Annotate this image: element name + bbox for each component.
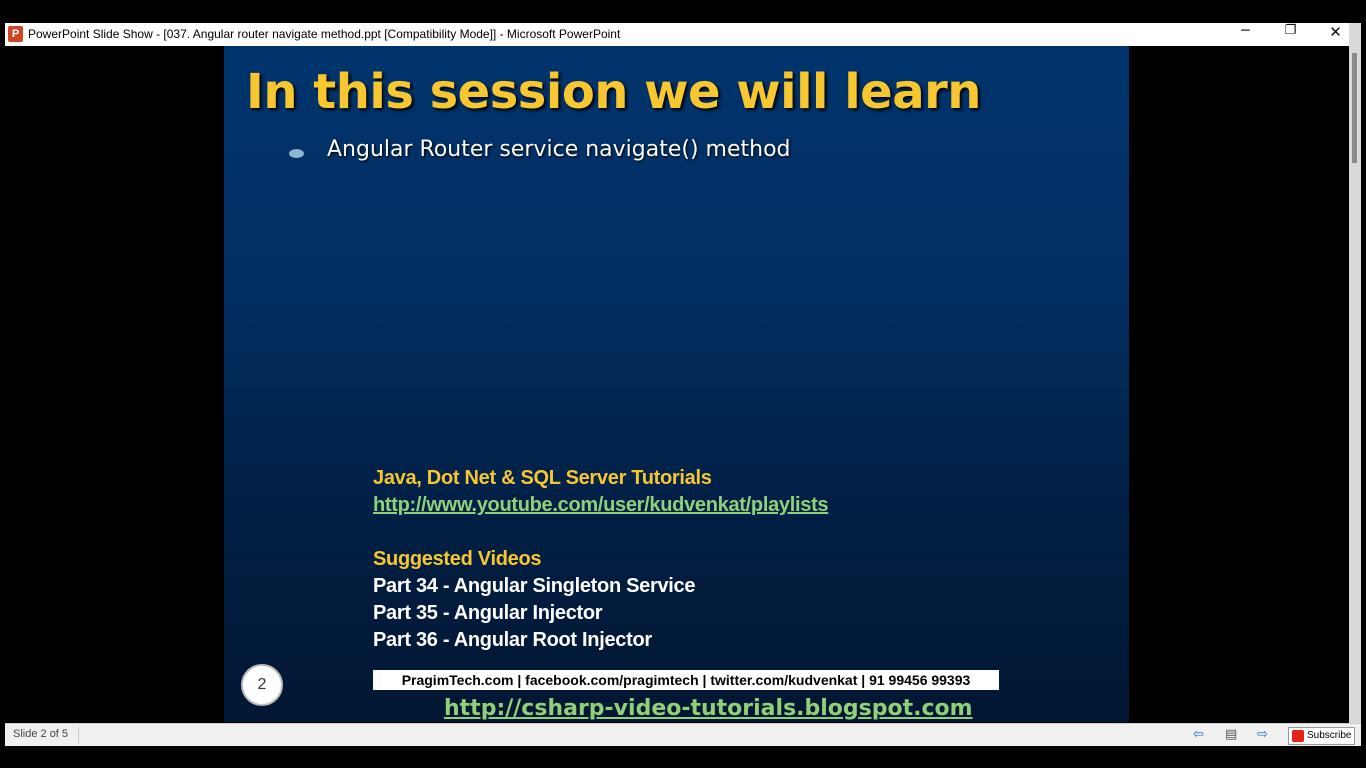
suggested-video-item: Part 35 - Angular Injector	[373, 602, 603, 624]
slide-menu-icon[interactable]: ▤	[1225, 727, 1237, 742]
window-title: PowerPoint Slide Show - [037. Angular ro…	[28, 27, 621, 41]
slide-number-badge: 2	[241, 664, 283, 706]
bullet-item: Angular Router service navigate() method	[327, 137, 791, 162]
powerpoint-app-icon[interactable]: P	[8, 26, 23, 42]
subscribe-button[interactable]: Subscribe	[1288, 727, 1356, 745]
youtube-link[interactable]: http://www.youtube.com/user/kudvenkat/pl…	[373, 494, 829, 517]
suggested-video-item: Part 36 - Angular Root Injector	[373, 629, 652, 651]
contact-banner: PragimTech.com | facebook.com/pragimtech…	[373, 670, 999, 690]
restore-button[interactable]: ❐	[1268, 23, 1313, 46]
tutorials-heading: Java, Dot Net & SQL Server Tutorials	[373, 467, 712, 489]
minimize-button[interactable]: ─	[1223, 23, 1268, 46]
suggested-video-item: Part 34 - Angular Singleton Service	[373, 575, 696, 597]
blog-link[interactable]: http://csharp-video-tutorials.blogspot.c…	[444, 696, 973, 721]
slide-indicator: Slide 2 of 5	[13, 728, 69, 740]
suggested-videos-heading: Suggested Videos	[373, 548, 542, 570]
vertical-scrollbar[interactable]	[1349, 23, 1361, 723]
bullet-icon	[289, 149, 304, 158]
previous-slide-icon[interactable]: ⇦	[1193, 727, 1204, 742]
window-titlebar: P PowerPoint Slide Show - [037. Angular …	[5, 23, 1349, 46]
next-slide-icon[interactable]: ⇨	[1257, 727, 1268, 742]
slide[interactable]: In this session we will learn Angular Ro…	[224, 46, 1129, 722]
status-divider	[78, 727, 79, 743]
slide-title: In this session we will learn	[246, 64, 981, 120]
status-bar: Slide 2 of 5 ⇦ ▤ ⇨ Subscribe	[5, 723, 1361, 746]
